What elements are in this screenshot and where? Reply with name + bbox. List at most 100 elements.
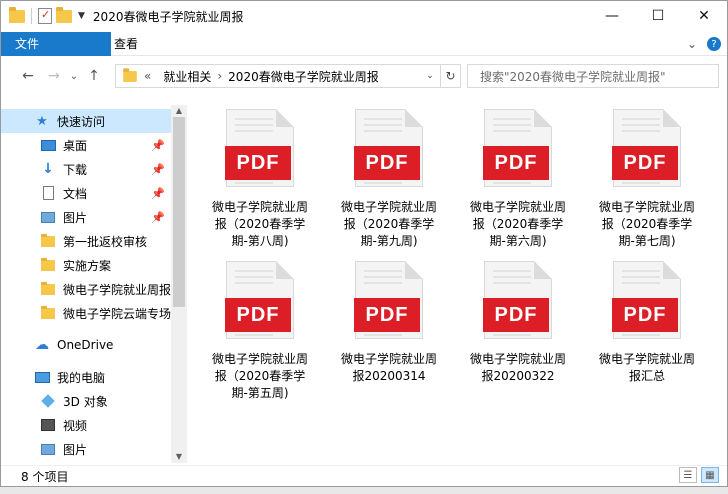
sidebar-item-label: 文档 <box>63 186 88 201</box>
sidebar-item-downloads[interactable]: ↓ 下载 📌 <box>1 157 171 181</box>
file-item[interactable]: PDF 微电子学院就业周报20200314 <box>334 261 444 385</box>
pdf-badge: PDF <box>354 298 420 332</box>
folder-icon <box>9 6 25 23</box>
file-name: 微电子学院就业周报（2020春季学期-第六周) <box>469 200 566 248</box>
breadcrumb-separator-icon[interactable]: › <box>217 69 222 83</box>
pdf-file-icon: PDF <box>354 109 423 187</box>
pdf-badge: PDF <box>483 146 549 180</box>
forward-button[interactable]: → <box>41 68 67 84</box>
back-button[interactable]: ← <box>15 68 41 84</box>
breadcrumb-item[interactable]: 就业相关 <box>163 68 211 85</box>
scrollbar-thumb[interactable] <box>173 117 185 307</box>
maximize-button[interactable]: ☐ <box>635 1 681 31</box>
explorer-window: ▼ 2020春微电子学院就业周报 — ☐ ✕ 文件 主页 共享 查看 ⌄ ? ←… <box>0 0 728 494</box>
sidebar-item-3d-objects[interactable]: 3D 对象 <box>1 389 171 413</box>
file-item[interactable]: PDF 微电子学院就业周报（2020春季学期-第八周) <box>205 109 315 250</box>
sidebar-item-label: 桌面 <box>63 138 88 153</box>
close-button[interactable]: ✕ <box>681 1 727 31</box>
large-icons-view-icon[interactable]: ▦ <box>701 467 719 483</box>
sidebar-item-pictures[interactable]: 图片 <box>1 437 171 461</box>
pdf-badge: PDF <box>483 298 549 332</box>
address-dropdown-button[interactable]: ⌄ <box>422 65 438 87</box>
up-button[interactable]: ↑ <box>81 68 107 84</box>
refresh-button[interactable]: ↻ <box>440 65 460 87</box>
scroll-up-icon[interactable]: ▲ <box>171 105 187 117</box>
customize-toolbar-chevron-icon[interactable]: ▼ <box>78 11 85 21</box>
sidebar-item-label: 视频 <box>63 418 88 433</box>
details-view-icon[interactable]: ☰ <box>679 467 697 483</box>
pictures-icon <box>39 441 57 457</box>
sidebar-item-label: 快速访问 <box>57 114 106 129</box>
sidebar-item-folder[interactable]: 实施方案 <box>1 253 171 277</box>
recent-locations-button[interactable]: ⌄ <box>67 71 81 82</box>
pin-icon[interactable]: 📌 <box>151 187 165 200</box>
file-name: 微电子学院就业周报（2020春季学期-第七周) <box>598 200 695 248</box>
file-name: 微电子学院就业周报（2020春季学期-第九周) <box>340 200 437 248</box>
file-item[interactable]: PDF 微电子学院就业周报（2020春季学期-第六周) <box>463 109 573 250</box>
sidebar-item-label: 图片 <box>63 442 88 457</box>
folder-icon <box>39 233 57 249</box>
file-item[interactable]: PDF 微电子学院就业周报（2020春季学期-第七周) <box>592 109 702 250</box>
tab-file[interactable]: 文件 <box>1 31 111 56</box>
sidebar-item-documents[interactable]: 文档 📌 <box>1 181 171 205</box>
file-name: 微电子学院就业周报20200314 <box>340 352 437 383</box>
sidebar-item-label: 下载 <box>63 162 88 177</box>
sidebar-scrollbar[interactable]: ▲ ▼ <box>171 105 187 463</box>
pdf-file-icon: PDF <box>225 261 294 339</box>
file-name: 微电子学院就业周报20200322 <box>469 352 566 383</box>
pdf-file-icon: PDF <box>612 109 681 187</box>
file-item[interactable]: PDF 微电子学院就业周报（2020春季学期-第五周) <box>205 261 315 402</box>
search-input[interactable]: 搜索"2020春微电子学院就业周报" <box>467 64 719 88</box>
sidebar-item-onedrive[interactable]: ☁ OneDrive <box>1 333 171 357</box>
help-icon[interactable]: ? <box>707 37 721 51</box>
sidebar-item-label: 我的电脑 <box>57 370 106 385</box>
pin-icon[interactable]: 📌 <box>151 211 165 224</box>
sidebar-item-label: 3D 对象 <box>63 394 108 409</box>
pin-icon[interactable]: 📌 <box>151 139 165 152</box>
sidebar-item-quick-access[interactable]: ★ 快速访问 <box>1 109 171 133</box>
cube-icon <box>39 393 57 409</box>
desktop-icon <box>39 137 57 153</box>
pin-icon[interactable]: 📌 <box>151 163 165 176</box>
file-item[interactable]: PDF 微电子学院就业周报20200322 <box>463 261 573 385</box>
pdf-badge: PDF <box>612 298 678 332</box>
sidebar-item-videos[interactable]: 视频 <box>1 413 171 437</box>
sidebar-item-folder[interactable]: 第一批返校审核 <box>1 229 171 253</box>
file-item[interactable]: PDF 微电子学院就业周报汇总 <box>592 261 702 385</box>
breadcrumb-overflow[interactable]: « <box>144 69 151 83</box>
ribbon-tabs: 文件 主页 共享 查看 ⌄ ? <box>1 31 727 56</box>
navigation-pane: ★ 快速访问 桌面 📌 ↓ 下载 📌 文档 📌 图片 📌 第一批返校审核 实施方… <box>1 105 187 463</box>
breadcrumb-item[interactable]: 2020春微电子学院就业周报 <box>228 68 379 85</box>
properties-icon[interactable] <box>38 8 52 24</box>
pdf-file-icon: PDF <box>225 109 294 187</box>
pdf-badge: PDF <box>225 298 291 332</box>
sidebar-item-this-pc[interactable]: 我的电脑 <box>1 365 171 389</box>
star-icon: ★ <box>36 113 48 129</box>
ribbon-right-controls: ⌄ ? <box>687 32 721 56</box>
new-folder-icon[interactable] <box>56 6 72 23</box>
file-item[interactable]: PDF 微电子学院就业周报（2020春季学期-第九周) <box>334 109 444 250</box>
file-list: PDF 微电子学院就业周报（2020春季学期-第八周) PDF 微电子学院就业周… <box>189 93 727 465</box>
sidebar-item-folder[interactable]: 微电子学院就业周报 <box>1 277 171 301</box>
pdf-badge: PDF <box>612 146 678 180</box>
file-name: 微电子学院就业周报汇总 <box>598 352 695 383</box>
folder-icon <box>123 67 137 82</box>
sidebar-item-label: 微电子学院云端专场 <box>62 306 171 321</box>
pdf-file-icon: PDF <box>483 261 552 339</box>
address-bar[interactable]: « 就业相关 › 2020春微电子学院就业周报 ⌄ ↻ <box>115 64 461 88</box>
item-count: 8 个项目 <box>21 470 69 484</box>
cloud-icon: ☁ <box>35 337 49 353</box>
minimize-button[interactable]: — <box>589 1 635 31</box>
sidebar-item-folder[interactable]: 微电子学院云端专场 <box>1 301 171 325</box>
video-icon <box>39 417 57 433</box>
sidebar-item-label: OneDrive <box>57 338 114 352</box>
computer-icon <box>33 369 51 385</box>
scroll-down-icon[interactable]: ▼ <box>171 451 187 463</box>
pictures-icon <box>39 209 57 225</box>
folder-icon <box>39 257 57 273</box>
download-icon: ↓ <box>42 161 54 177</box>
expand-ribbon-chevron-icon[interactable]: ⌄ <box>687 37 697 51</box>
sidebar-item-pictures[interactable]: 图片 📌 <box>1 205 171 229</box>
pdf-badge: PDF <box>354 146 420 180</box>
sidebar-item-desktop[interactable]: 桌面 📌 <box>1 133 171 157</box>
